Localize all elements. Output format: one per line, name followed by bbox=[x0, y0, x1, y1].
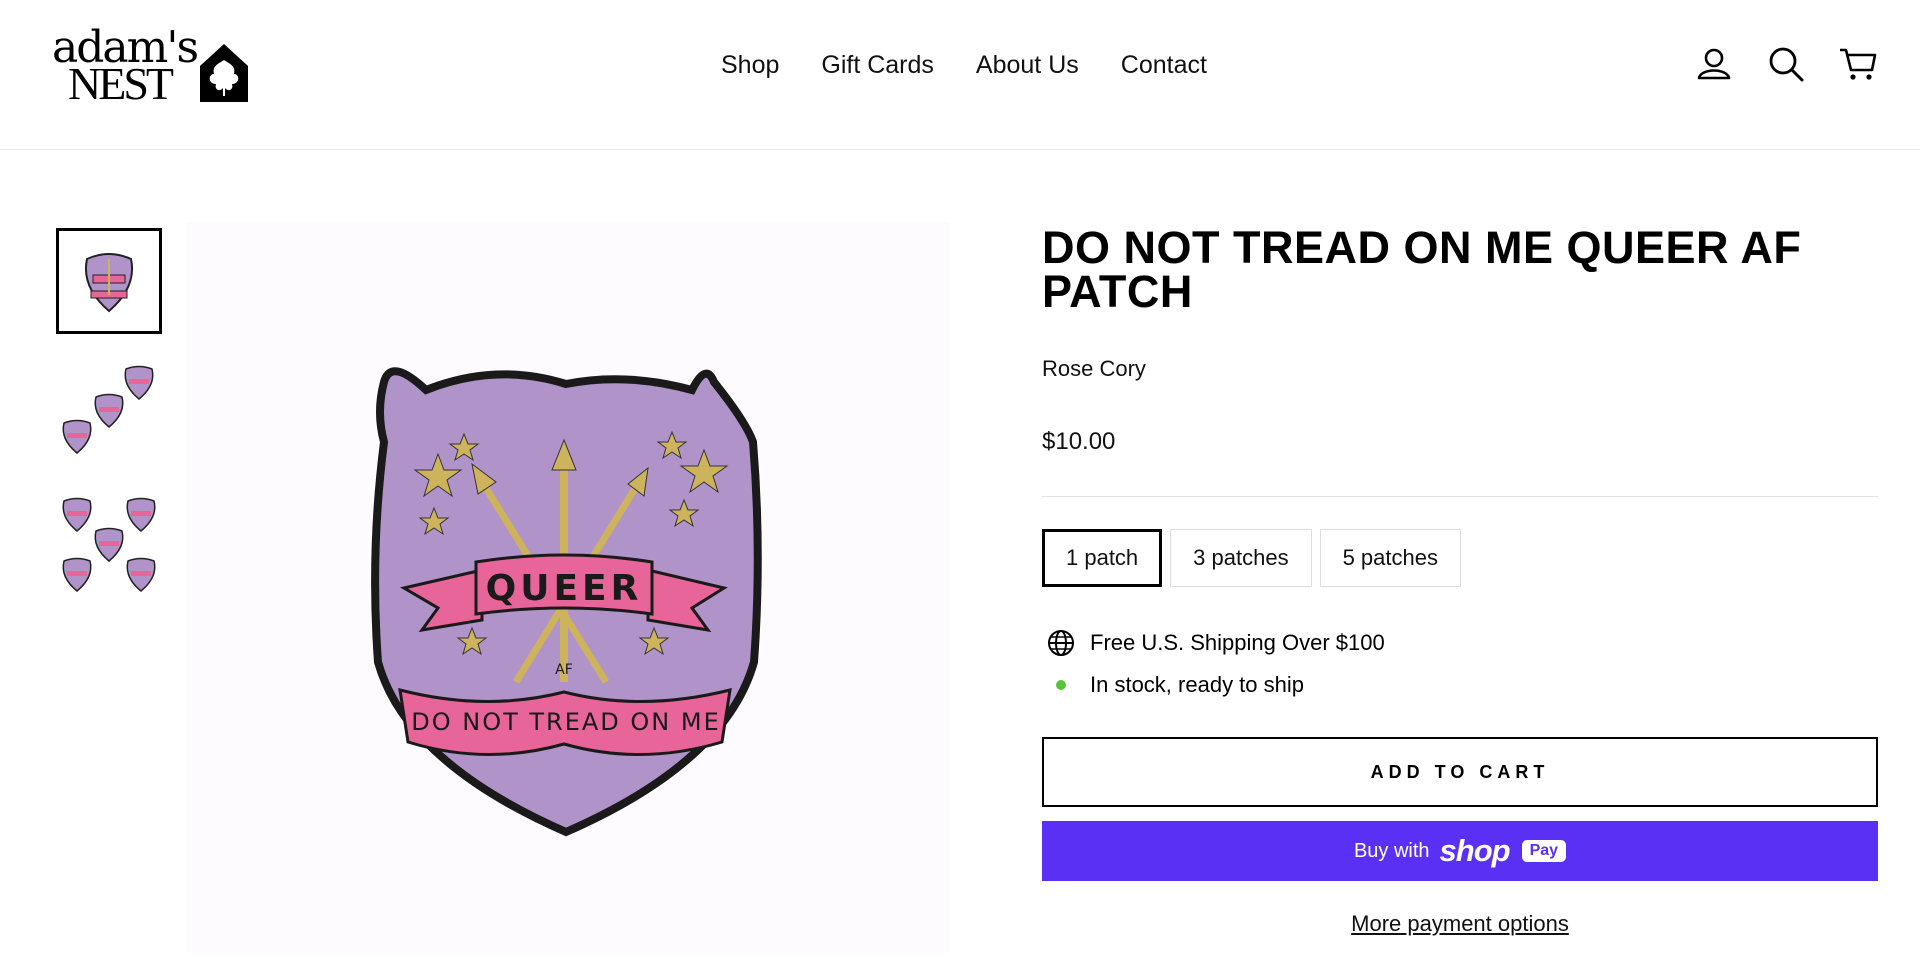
variant-5-patches[interactable]: 5 patches bbox=[1319, 529, 1461, 587]
patch-small-text: AF bbox=[555, 662, 573, 678]
thumbnail-five-patches[interactable] bbox=[56, 490, 162, 596]
more-payment-options-link[interactable]: More payment options bbox=[1042, 911, 1878, 937]
patch-banner-text: QUEER bbox=[486, 568, 643, 609]
thumbnail-single-patch[interactable] bbox=[56, 228, 162, 334]
shipping-note: Free U.S. Shipping Over $100 bbox=[1042, 629, 1878, 657]
cart-icon[interactable] bbox=[1838, 44, 1878, 84]
in-stock-dot-icon bbox=[1056, 680, 1066, 690]
nav-about-us[interactable]: About Us bbox=[955, 46, 1100, 84]
variant-selector: 1 patch 3 patches 5 patches bbox=[1042, 529, 1878, 587]
stock-status: In stock, ready to ship bbox=[1042, 671, 1878, 699]
shop-pay-badge: Pay bbox=[1521, 840, 1567, 862]
variant-1-patch[interactable]: 1 patch bbox=[1042, 529, 1163, 587]
three-patches-image bbox=[62, 365, 154, 454]
site-header: adam's NEST Shop Gift Cards About Us Con… bbox=[0, 0, 1920, 150]
divider bbox=[1042, 496, 1878, 497]
search-icon[interactable] bbox=[1766, 44, 1806, 84]
shipping-note-text: Free U.S. Shipping Over $100 bbox=[1090, 630, 1385, 655]
shop-pay-logo: shop bbox=[1439, 833, 1511, 868]
stock-status-text: In stock, ready to ship bbox=[1090, 672, 1304, 697]
shop-pay-button[interactable]: Buy with shop Pay bbox=[1042, 821, 1878, 881]
main-nav: Shop Gift Cards About Us Contact bbox=[700, 46, 1228, 84]
five-patches-image bbox=[62, 497, 156, 592]
patch-thumbnail-image bbox=[85, 253, 133, 313]
variant-3-patches[interactable]: 3 patches bbox=[1170, 529, 1312, 587]
product-title: DO NOT TREAD ON ME QUEER AF PATCH bbox=[1042, 222, 1802, 317]
shop-pay-buy-with: Buy with bbox=[1353, 839, 1430, 862]
logo-text-line2: NEST bbox=[68, 58, 174, 109]
product-vendor[interactable]: Rose Cory bbox=[1042, 356, 1878, 382]
account-icon[interactable] bbox=[1694, 44, 1734, 84]
nav-shop[interactable]: Shop bbox=[700, 46, 800, 84]
patch-bottom-text: DO NOT TREAD ON ME bbox=[411, 708, 721, 736]
product-info: DO NOT TREAD ON ME QUEER AF PATCH Rose C… bbox=[1042, 222, 1878, 937]
thumbnail-three-patches[interactable] bbox=[56, 358, 162, 464]
product-price: $10.00 bbox=[1042, 428, 1116, 455]
add-to-cart-button[interactable]: ADD TO CART bbox=[1042, 737, 1878, 807]
nav-gift-cards[interactable]: Gift Cards bbox=[800, 46, 955, 84]
nav-contact[interactable]: Contact bbox=[1100, 46, 1228, 84]
queer-af-patch-illustration: QUEER AF DO NOT TREAD ON ME bbox=[371, 367, 762, 837]
main-product-image[interactable]: QUEER AF DO NOT TREAD ON ME bbox=[186, 222, 950, 952]
site-logo[interactable]: adam's NEST bbox=[52, 26, 252, 109]
house-leaf-icon bbox=[200, 44, 248, 102]
globe-icon bbox=[1048, 630, 1074, 656]
